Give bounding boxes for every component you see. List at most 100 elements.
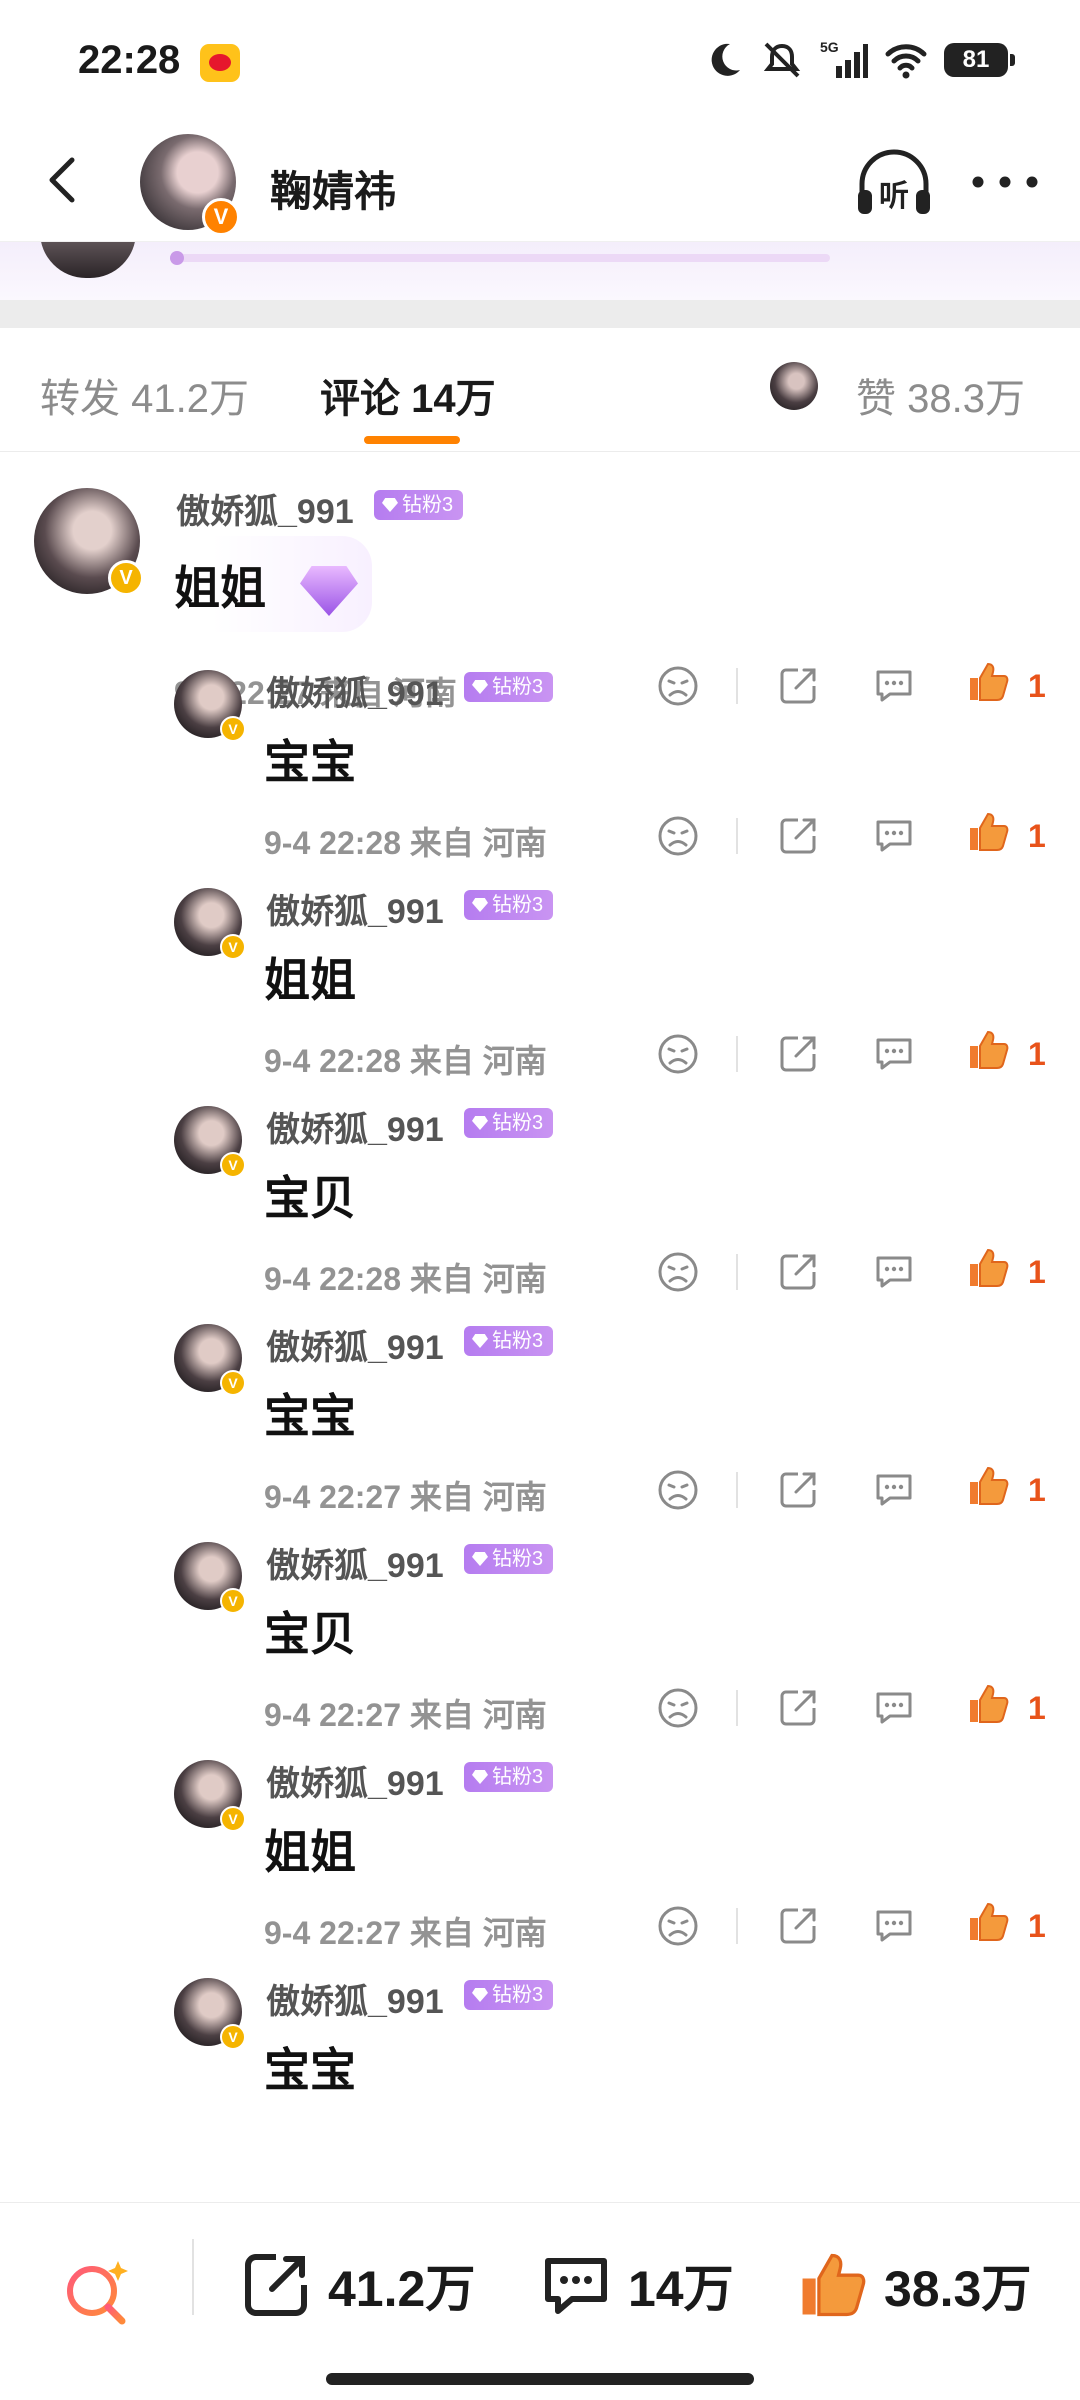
reply-meta: 9-4 22:27 来自 河南 xyxy=(264,1915,547,1951)
fan-badge-label: 钻粉3 xyxy=(492,1984,544,2006)
share-icon[interactable] xyxy=(776,1686,820,1730)
action-divider xyxy=(736,1254,738,1290)
section-divider xyxy=(0,300,1080,328)
status-bar: 22:28 5G 81 xyxy=(0,0,1080,120)
share-icon[interactable] xyxy=(776,1032,820,1076)
reply-username[interactable]: 傲娇狐_991 xyxy=(266,1538,444,1587)
liker-avatar xyxy=(770,362,818,410)
reply-icon[interactable] xyxy=(872,1686,916,1730)
search-sparkle-icon[interactable] xyxy=(62,2257,132,2327)
tab-comments[interactable]: 评论 14万 xyxy=(320,366,496,424)
share-icon[interactable] xyxy=(776,1468,820,1512)
diamond-icon xyxy=(472,1988,488,2002)
like-count: 1 xyxy=(1028,668,1046,704)
reply-text: 宝宝 xyxy=(264,2044,356,2096)
reply-avatar[interactable]: V xyxy=(174,1978,246,2050)
fan-badge: 钻粉3 xyxy=(464,1980,554,2010)
comment-text: 姐姐 xyxy=(174,562,266,614)
like-thumb-icon[interactable] xyxy=(966,1464,1010,1508)
share-icon[interactable] xyxy=(776,814,820,858)
comment-button[interactable]: 14万 xyxy=(540,2245,734,2325)
dislike-face-icon[interactable] xyxy=(656,814,700,858)
more-icon[interactable] xyxy=(970,170,1040,194)
listen-headphones-icon[interactable]: 听 xyxy=(854,146,934,218)
reply-username[interactable]: 傲娇狐_991 xyxy=(266,1320,444,1369)
like-thumb-icon[interactable] xyxy=(966,1682,1010,1726)
reply-avatar[interactable]: V xyxy=(174,1542,246,1614)
like-count: 1 xyxy=(1028,1472,1046,1508)
comment-list: V 傲娇狐_991 钻粉3 姐姐 9-4 22:27 来自 河南 1 V 傲娇狐_… xyxy=(0,452,1080,2202)
share-icon[interactable] xyxy=(776,1904,820,1948)
reply-icon[interactable] xyxy=(872,814,916,858)
reply-username[interactable]: 傲娇狐_991 xyxy=(266,1974,444,2023)
fan-badge: 钻粉3 xyxy=(464,1108,554,1138)
share-icon[interactable] xyxy=(776,664,820,708)
reply-username[interactable]: 傲娇狐_991 xyxy=(266,884,444,933)
commenter-name[interactable]: 傲娇狐_991 xyxy=(176,484,354,533)
reply-avatar[interactable]: V xyxy=(174,888,246,960)
dislike-face-icon[interactable] xyxy=(656,664,700,708)
banner-progress xyxy=(170,251,830,265)
author-avatar[interactable]: V xyxy=(140,134,240,236)
like-thumb-icon[interactable] xyxy=(966,810,1010,854)
bottom-action-bar: 41.2万 14万 38.3万 xyxy=(0,2202,1080,2400)
like-button[interactable]: 38.3万 xyxy=(796,2245,1031,2325)
verified-icon: V xyxy=(220,716,246,742)
verified-icon: V xyxy=(220,2024,246,2050)
fan-badge-label: 钻粉3 xyxy=(402,494,454,516)
author-name[interactable]: 鞠婧祎 xyxy=(270,158,396,219)
like-thumb-icon[interactable] xyxy=(966,1900,1010,1944)
reply-icon[interactable] xyxy=(872,1032,916,1076)
back-icon[interactable] xyxy=(34,150,94,210)
reply-icon[interactable] xyxy=(872,1468,916,1512)
fan-badge: 钻粉3 xyxy=(464,1544,554,1574)
diamond-icon xyxy=(382,498,398,512)
reply-username[interactable]: 傲娇狐_991 xyxy=(266,1756,444,1805)
like-count: 1 xyxy=(1028,1690,1046,1726)
tab-repost[interactable]: 转发 41.2万 xyxy=(40,366,249,424)
repost-button[interactable]: 41.2万 xyxy=(240,2245,475,2325)
like-count: 1 xyxy=(1028,1036,1046,1072)
dislike-face-icon[interactable] xyxy=(656,1468,700,1512)
tab-likes[interactable]: 赞 38.3万 xyxy=(856,366,1025,424)
verified-icon: V xyxy=(220,1588,246,1614)
like-count-total: 38.3万 xyxy=(884,2261,1032,2317)
reply-username[interactable]: 傲娇狐_991 xyxy=(266,666,444,715)
like-thumb-icon xyxy=(802,2253,866,2317)
like-thumb-icon[interactable] xyxy=(966,660,1010,704)
reply-username[interactable]: 傲娇狐_991 xyxy=(266,1102,444,1151)
like-count: 1 xyxy=(1028,1908,1046,1944)
reply-meta: 9-4 22:28 来自 河南 xyxy=(264,1043,547,1079)
reply-text: 宝宝 xyxy=(264,736,356,788)
moon-icon xyxy=(711,43,740,76)
reply-icon[interactable] xyxy=(872,1904,916,1948)
dislike-face-icon[interactable] xyxy=(656,1904,700,1948)
like-thumb-icon[interactable] xyxy=(966,1028,1010,1072)
weibo-notification-icon xyxy=(200,44,240,82)
reply-icon[interactable] xyxy=(872,664,916,708)
reply-avatar[interactable]: V xyxy=(174,1106,246,1178)
commenter-avatar[interactable]: V xyxy=(34,488,144,596)
reply-text: 宝贝 xyxy=(264,1608,356,1660)
fan-badge-label: 钻粉3 xyxy=(492,1548,544,1570)
verified-icon: V xyxy=(220,1152,246,1178)
action-divider xyxy=(736,1036,738,1072)
mute-icon xyxy=(763,42,801,78)
reply-avatar[interactable]: V xyxy=(174,1324,246,1396)
dislike-face-icon[interactable] xyxy=(656,1032,700,1076)
diamond-icon xyxy=(472,898,488,912)
reply-avatar[interactable]: V xyxy=(174,670,246,742)
tab-active-indicator xyxy=(364,436,460,444)
dislike-face-icon[interactable] xyxy=(656,1686,700,1730)
action-divider xyxy=(736,668,738,704)
reply-meta: 9-4 22:28 来自 河南 xyxy=(264,1261,547,1297)
reply-icon[interactable] xyxy=(872,1250,916,1294)
reply-meta: 9-4 22:27 来自 河南 xyxy=(264,1479,547,1515)
fan-badge: 钻粉3 xyxy=(374,490,464,520)
comment-icon xyxy=(545,2258,607,2314)
reply-avatar[interactable]: V xyxy=(174,1760,246,1832)
like-thumb-icon[interactable] xyxy=(966,1246,1010,1290)
share-icon[interactable] xyxy=(776,1250,820,1294)
diamond-icon xyxy=(472,1334,488,1348)
dislike-face-icon[interactable] xyxy=(656,1250,700,1294)
